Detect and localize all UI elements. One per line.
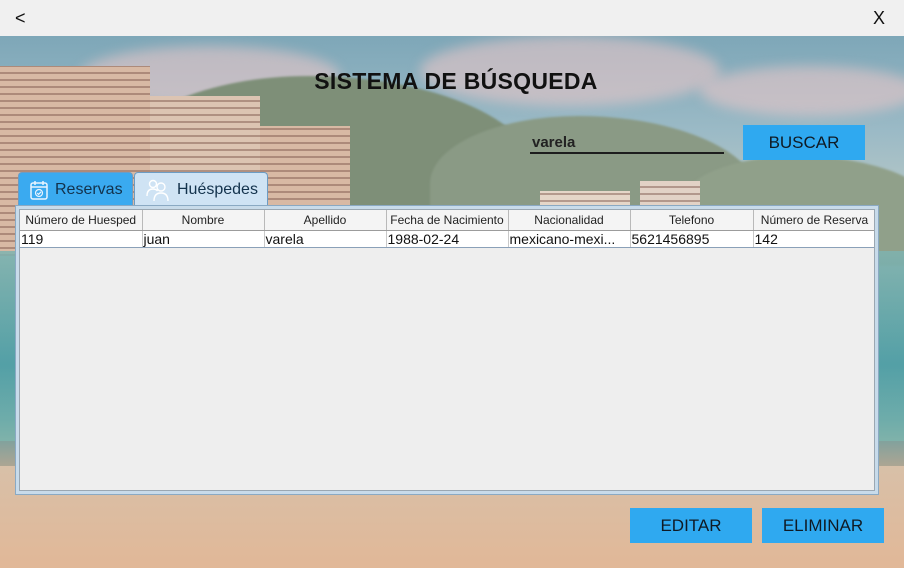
column-header[interactable]: Número de Reserva (753, 210, 874, 231)
table-cell[interactable]: juan (142, 229, 265, 248)
calendar-check-icon (29, 179, 49, 201)
column-header[interactable]: Fecha de Nacimiento (386, 210, 509, 231)
results-table: Número de Huesped Nombre Apellido Fecha … (20, 210, 874, 248)
back-button[interactable]: < (15, 6, 26, 30)
column-header[interactable]: Apellido (264, 210, 387, 231)
results-panel: Número de Huesped Nombre Apellido Fecha … (15, 205, 879, 495)
column-header[interactable]: Nacionalidad (508, 210, 631, 231)
page-title: SISTEMA DE BÚSQUEDA (314, 68, 598, 94)
delete-button[interactable]: ELIMINAR (762, 508, 884, 543)
users-icon (145, 179, 171, 201)
table-cell[interactable]: 142 (753, 229, 874, 248)
column-header[interactable]: Número de Huesped (20, 210, 143, 231)
search-input[interactable] (530, 132, 724, 154)
column-header[interactable]: Nombre (142, 210, 265, 231)
tab-huespedes-label: Huéspedes (177, 180, 258, 198)
close-button[interactable]: X (873, 6, 885, 30)
table-cell[interactable]: 1988-02-24 (386, 229, 509, 248)
title-bar: < X (0, 0, 904, 36)
table-cell[interactable]: 5621456895 (630, 229, 754, 248)
table-cell[interactable]: 119 (20, 229, 143, 248)
edit-button[interactable]: EDITAR (630, 508, 752, 543)
table-cell[interactable]: varela (264, 229, 387, 248)
table-header-row: Número de Huesped Nombre Apellido Fecha … (20, 210, 874, 231)
search-button[interactable]: BUSCAR (743, 125, 865, 160)
results-table-container[interactable]: Número de Huesped Nombre Apellido Fecha … (19, 209, 875, 491)
column-header[interactable]: Telefono (630, 210, 754, 231)
tab-reservas-label: Reservas (55, 180, 123, 198)
tab-huespedes[interactable]: Huéspedes (134, 172, 268, 206)
table-row[interactable]: 119 juan varela 1988-02-24 mexicano-mexi… (20, 229, 874, 248)
table-cell[interactable]: mexicano-mexi... (508, 229, 631, 248)
tab-reservas[interactable]: Reservas (18, 172, 133, 206)
